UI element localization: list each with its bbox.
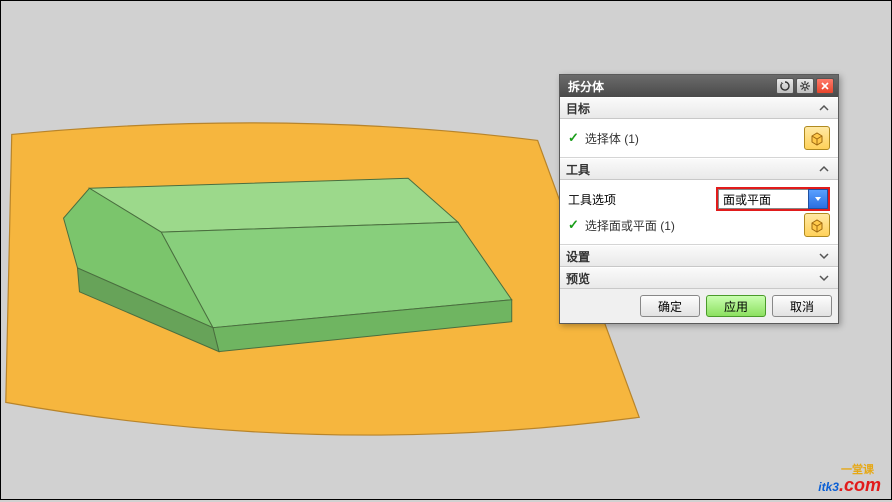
apply-button[interactable]: 应用 (706, 295, 766, 317)
watermark-tag: 一堂课 (841, 464, 874, 476)
section-tool-label: 工具 (566, 161, 590, 178)
chevron-up-icon (816, 100, 832, 116)
chevron-down-icon (816, 248, 832, 264)
chevron-up-icon (816, 161, 832, 177)
chevron-down-icon (816, 270, 832, 286)
tool-option-value[interactable]: 面或平面 (718, 189, 808, 209)
dialog-title: 拆分体 (568, 78, 776, 95)
section-tool-header[interactable]: 工具 (560, 158, 838, 180)
check-icon: ✓ (568, 130, 579, 146)
dropdown-icon[interactable] (808, 189, 828, 209)
watermark: itk3 一堂课 .com (818, 464, 881, 493)
check-icon: ✓ (568, 217, 579, 233)
cancel-button[interactable]: 取消 (772, 295, 832, 317)
tool-option-label: 工具选项 (568, 191, 712, 208)
select-face-button[interactable] (804, 213, 830, 237)
select-face-label[interactable]: 选择面或平面 (1) (585, 217, 804, 234)
watermark-domain: .com (839, 475, 881, 495)
settings-icon[interactable] (796, 78, 814, 94)
section-target-body: ✓ 选择体 (1) (560, 119, 838, 158)
watermark-brand: itk3 (818, 482, 839, 493)
select-body-button[interactable] (804, 126, 830, 150)
section-target-label: 目标 (566, 100, 590, 117)
reset-icon[interactable] (776, 78, 794, 94)
split-body-dialog: 拆分体 目标 ✓ 选择体 (1) 工具 工 (559, 74, 839, 324)
dialog-titlebar[interactable]: 拆分体 (560, 75, 838, 97)
tool-option-combo-highlight: 面或平面 (716, 187, 830, 211)
close-icon[interactable] (816, 78, 834, 94)
dialog-button-bar: 确定 应用 取消 (560, 289, 838, 323)
ok-button[interactable]: 确定 (640, 295, 700, 317)
section-preview-label: 预览 (566, 270, 590, 287)
section-tool-body: 工具选项 面或平面 ✓ 选择面或平面 (1) (560, 180, 838, 245)
section-settings-label: 设置 (566, 248, 590, 265)
select-body-label[interactable]: 选择体 (1) (585, 130, 804, 147)
section-preview-header[interactable]: 预览 (560, 267, 838, 289)
section-settings-header[interactable]: 设置 (560, 245, 838, 267)
section-target-header[interactable]: 目标 (560, 97, 838, 119)
